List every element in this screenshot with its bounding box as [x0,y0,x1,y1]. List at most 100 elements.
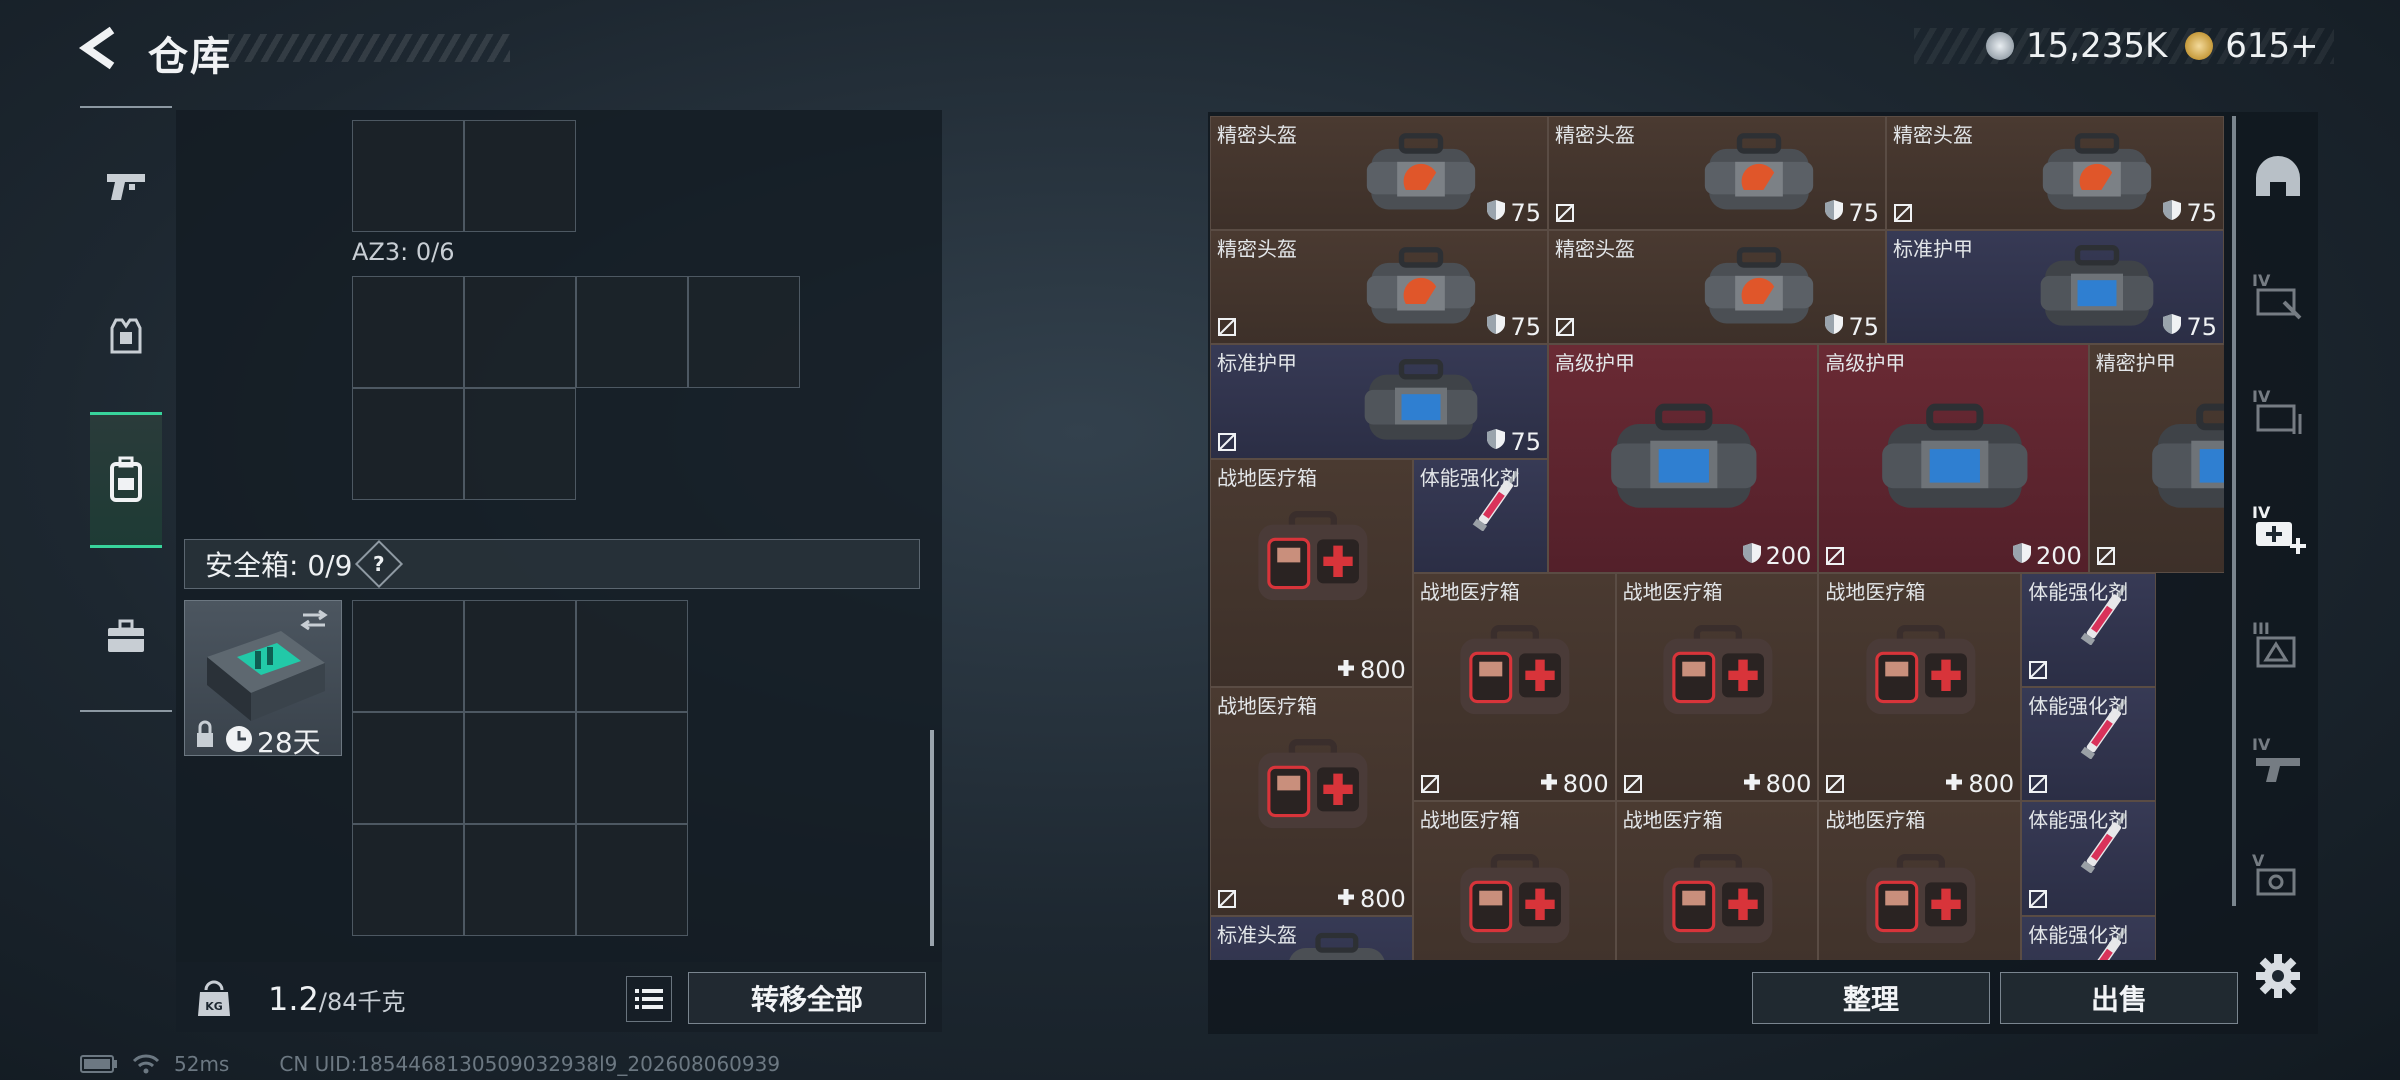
key-upgrade-icon[interactable]: V [2250,848,2306,904]
armor-upgrade-icon[interactable]: IV [2250,268,2306,324]
weapon-tab[interactable] [90,150,162,222]
sort-button[interactable]: 整理 [1752,972,1990,1024]
grid-cell[interactable] [464,276,576,388]
inventory-item[interactable]: 精密头盔 75 [1886,116,2224,231]
item-name: 精密头盔 [1217,123,1297,147]
item-stat: 75 [1486,428,1541,456]
case-tab[interactable] [90,600,162,672]
weight-icon: KG [196,978,232,1018]
medical-upgrade-icon[interactable]: IV [2250,500,2306,556]
inventory-item[interactable]: 战地医疗箱 800 [1818,572,2022,802]
untradable-icon [1420,775,1439,794]
safe-slot[interactable] [352,712,464,824]
wifi-icon [132,1054,160,1074]
inventory-item[interactable]: 体能强化剂 [2021,915,2157,960]
backpack-tab[interactable] [90,412,162,548]
inventory-item[interactable]: 精密头盔 75 [1210,116,1548,231]
inventory-item[interactable]: 精密头盔 75 [1210,230,1548,345]
safe-slot[interactable] [576,600,688,712]
item-stat-value: 200 [1765,541,1812,570]
inventory-item[interactable]: 标准头盔 [1210,915,1413,960]
inventory-item[interactable]: 战地医疗箱 [1818,801,2022,960]
item-name: 体能强化剂 [1419,465,1520,490]
item-stat: 75 [1824,199,1879,227]
backpack-upgrade-icon[interactable]: IV [2250,384,2306,440]
inventory-item[interactable]: 高级护甲 200 [1818,344,2089,573]
uid-text: CN UID:1854468130509032938l9_20260806093… [279,1052,781,1076]
helmet-filter-icon[interactable] [2250,152,2306,208]
armor-shield-icon [1486,428,1506,456]
status-bar: 52ms CN UID:1854468130509032938l9_202608… [80,1052,780,1076]
item-stat: 800 [1336,656,1406,684]
safe-slot[interactable] [576,824,688,936]
grid-cell[interactable] [464,388,576,500]
safe-slot[interactable] [576,712,688,824]
settings-gear-icon[interactable] [2254,952,2302,1000]
item-name: 战地医疗箱 [1622,808,1723,833]
help-icon[interactable]: ? [355,539,404,589]
helmet-bag-icon [1366,133,1475,210]
untradable-icon [1826,546,1845,565]
item-stat-value: 800 [1359,656,1406,685]
item-name: 高级护甲 [1825,351,1906,376]
title-decoration [228,34,510,62]
svg-text:KG: KG [205,1000,223,1013]
armor-shield-icon [1742,542,1762,570]
untradable-icon [1894,204,1912,223]
item-name: 战地医疗箱 [1419,579,1520,604]
tool-upgrade-icon[interactable]: III [2250,616,2306,672]
ping-value: 52ms [174,1052,230,1076]
grid-cell[interactable] [352,388,464,500]
transfer-all-button[interactable]: 转移全部 [688,972,926,1024]
helmet-bag-icon [1704,247,1813,324]
armor-tab[interactable] [90,300,162,372]
gold-coin-icon [2185,32,2214,60]
inventory-item[interactable]: 战地医疗箱 800 [1615,572,1819,802]
grid-cell[interactable] [352,276,464,388]
az3-label: AZ3: 0/6 [352,238,455,266]
inventory-item[interactable]: 战地医疗箱 800 [1210,458,1413,688]
currency-gold-value[interactable]: 615+ [2225,26,2318,66]
battery-icon [80,1055,117,1073]
safe-slot[interactable] [464,712,576,824]
grid-cell[interactable] [464,120,576,232]
safe-box-item[interactable]: 28天 [184,600,342,759]
first-aid-kit-icon [1663,625,1773,715]
safe-slot[interactable] [352,600,464,712]
inventory-item[interactable]: 战地医疗箱 800 [1412,572,1616,802]
inventory-item[interactable]: 标准护甲 75 [1886,230,2224,345]
armor-shield-icon [2162,313,2182,341]
list-view-button[interactable] [626,976,672,1022]
first-aid-kit-icon [1460,853,1570,943]
untradable-icon [1556,318,1574,337]
inventory-item[interactable]: 战地医疗箱 [1615,801,1819,960]
item-stat-value: 800 [1359,884,1406,913]
grid-cell[interactable] [352,120,464,232]
svg-text:IV: IV [2252,503,2271,522]
safe-slot[interactable] [464,824,576,936]
inventory-item[interactable]: 精密头盔 75 [1548,116,1886,231]
inventory-item[interactable]: 战地医疗箱 800 [1210,687,1413,916]
page-title: 仓库 [148,34,232,80]
inventory-item[interactable]: 体能强化剂 [2021,801,2157,916]
safe-slot[interactable] [464,600,576,712]
inventory-item[interactable]: 体能强化剂 [2021,572,2157,688]
sell-button[interactable]: 出售 [2000,972,2238,1024]
weapon-upgrade-icon[interactable]: IV [2250,732,2306,788]
left-scrollbar[interactable] [930,730,934,946]
back-button[interactable] [78,26,122,70]
safe-slot[interactable] [352,824,464,936]
inventory-item[interactable]: 高级护甲 200 [1548,344,1819,573]
inventory-item[interactable]: 体能强化剂 [1412,458,1548,573]
inventory-item[interactable]: 标准护甲 75 [1210,344,1548,459]
inventory-item[interactable]: 战地医疗箱 [1412,801,1616,960]
armor-bag-icon [2152,403,2224,508]
grid-cell[interactable] [576,276,688,388]
item-stat-value: 75 [2186,199,2217,228]
item-stat: 75 [2162,199,2217,227]
inventory-item[interactable]: 精密护甲95 [2088,344,2224,573]
inventory-item[interactable]: 精密头盔 75 [1548,230,1886,345]
grid-cell[interactable] [688,276,800,388]
inventory-item[interactable]: 体能强化剂 [2021,687,2157,802]
silver-coin-icon [1986,32,2014,60]
